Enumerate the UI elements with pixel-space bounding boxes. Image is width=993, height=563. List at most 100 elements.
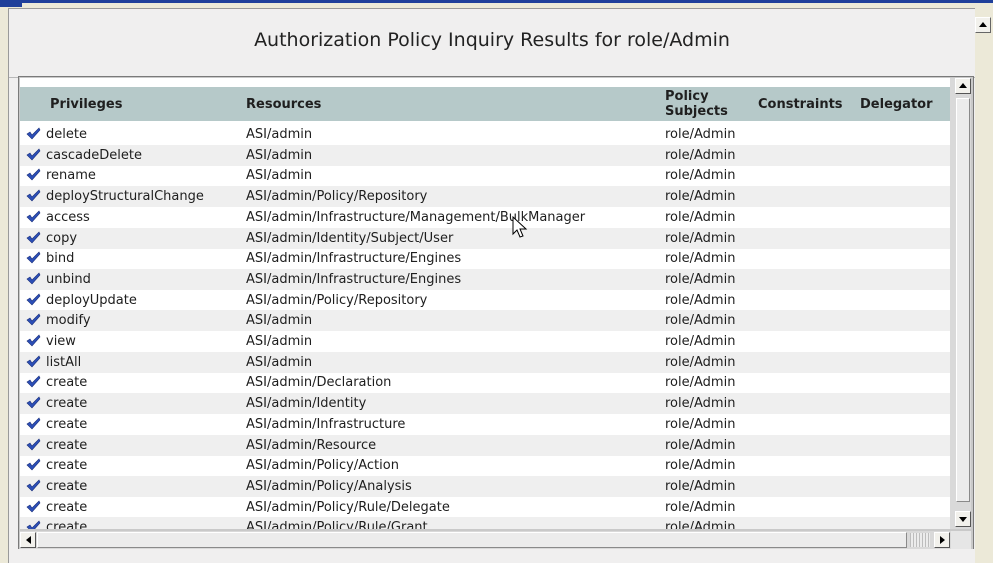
resource-cell: ASI/admin [246, 127, 313, 142]
policy-subject-cell: role/Admin [665, 375, 736, 391]
checkmark-icon [26, 500, 41, 513]
privilege-cell: deployStructuralChange [46, 189, 204, 205]
resource-cell: ASI/admin [246, 168, 313, 184]
privilege-cell: unbind [46, 271, 91, 287]
resource-cell: ASI/admin/Identity [246, 396, 367, 412]
table-row[interactable]: create ASI/admin/Infrastructure role/Admin [20, 414, 950, 435]
table-row[interactable]: copy ASI/admin/Identity/Subject/User role/… [20, 227, 950, 249]
privilege-cell: cascadeDelete [46, 147, 142, 163]
privilege-cell: create [46, 396, 88, 412]
arrow-left-icon [26, 536, 31, 544]
policy-subject-cell: role/Admin [665, 458, 736, 474]
policy-subject-cell: role/Admin [665, 147, 736, 163]
resource-cell: ASI/admin/Policy/Rule/Grant [246, 520, 428, 529]
table-row[interactable]: create ASI/admin/Resource role/Admin [20, 434, 950, 456]
checkmark-icon [26, 272, 41, 285]
policy-subject-cell: role/Admin [665, 251, 736, 267]
privilege-cell: create [46, 478, 88, 494]
policy-subject-cell: role/Admin [665, 478, 736, 494]
privilege-cell: deployUpdate [46, 292, 137, 308]
policy-subject-cell: role/Admin [665, 396, 736, 412]
checkmark-icon [26, 375, 41, 388]
resource-cell: ASI/admin/Policy/Repository [246, 292, 428, 308]
table-row[interactable]: unbind ASI/admin/Infrastructure/Engines ro… [20, 268, 950, 290]
arrow-up-icon [979, 22, 987, 27]
policy-subject-cell: role/Admin [665, 168, 736, 184]
column-header-policy-subjects-line1[interactable]: Policy [665, 89, 709, 104]
privilege-cell: modify [46, 313, 91, 329]
checkmark-icon [26, 293, 41, 306]
page-scroll-up-button[interactable] [975, 17, 991, 33]
resource-cell: ASI/admin/Infrastructure/Engines [246, 271, 462, 287]
table-row[interactable]: bind ASI/admin/Infrastructure/Engines role… [20, 248, 950, 269]
privilege-cell: listAll [46, 354, 82, 370]
checkmark-icon [26, 148, 41, 161]
column-header-constraints[interactable]: Constraints [758, 97, 843, 112]
privilege-cell: rename [46, 168, 96, 184]
policy-subject-cell: role/Admin [665, 499, 736, 515]
arrow-down-icon [959, 517, 967, 522]
privilege-cell: create [46, 458, 88, 474]
column-header-resources[interactable]: Resources [246, 97, 321, 112]
privilege-cell: create [46, 499, 88, 515]
table-row[interactable]: deployUpdate ASI/admin/Policy/Repository r… [20, 290, 950, 311]
table-row[interactable]: access ASI/admin/Infrastructure/Managemen… [20, 207, 950, 228]
privilege-cell: copy [46, 230, 78, 246]
resource-cell: ASI/admin/Identity/Subject/User [246, 230, 454, 246]
results-table: Privileges Resources Policy Subjects Con… [20, 78, 950, 529]
table-vertical-scroll-thumb[interactable] [956, 98, 970, 502]
table-row[interactable]: rename ASI/admin role/Admin [20, 165, 950, 186]
resource-cell: ASI/admin/Infrastructure [246, 416, 406, 432]
table-header: Privileges Resources Policy Subjects Con… [20, 87, 950, 121]
checkmark-icon [26, 313, 41, 326]
policy-subject-cell: role/Admin [665, 230, 736, 246]
resource-cell: ASI/admin/Resource [246, 437, 377, 453]
table-scroll-up-button[interactable] [955, 78, 971, 94]
policy-subject-cell: role/Admin [665, 209, 736, 225]
table-horizontal-scroll-thumb[interactable] [37, 532, 907, 548]
privilege-cell: bind [46, 251, 75, 267]
policy-subject-cell: role/Admin [665, 313, 736, 329]
checkmark-icon [26, 189, 41, 202]
table-scroll-right-button[interactable] [934, 532, 950, 548]
checkmark-icon [26, 230, 41, 243]
checkmark-icon [26, 396, 41, 409]
table-row[interactable]: create ASI/admin/Policy/Rule/Grant role/Ad… [20, 517, 950, 529]
table-row[interactable]: delete ASI/admin role/Admin [20, 124, 950, 145]
column-header-policy-subjects-line2[interactable]: Subjects [665, 104, 728, 119]
policy-subject-cell: role/Admin [665, 334, 736, 349]
table-row[interactable]: listAll ASI/admin role/Admin [20, 351, 950, 373]
table-row[interactable]: create ASI/admin/Declaration role/Admin [20, 372, 950, 393]
table-row[interactable]: create ASI/admin/Policy/Action role/Admin [20, 455, 950, 476]
resource-cell: ASI/admin/Policy/Repository [246, 189, 428, 205]
arrow-up-icon [959, 83, 967, 88]
privilege-cell: access [46, 209, 90, 225]
page-scrollbar[interactable] [975, 8, 993, 562]
table-row[interactable]: create ASI/admin/Identity role/Admin [20, 393, 950, 415]
table-row[interactable]: view ASI/admin role/Admin [20, 331, 950, 352]
checkmark-icon [26, 355, 41, 368]
policy-subject-cell: role/Admin [665, 437, 736, 453]
privilege-cell: create [46, 375, 88, 391]
checkmark-icon [26, 251, 41, 264]
policy-subject-cell: role/Admin [665, 271, 736, 287]
table-row[interactable]: create ASI/admin/Policy/Rule/Delegate role… [20, 497, 950, 518]
resource-cell: ASI/admin [246, 334, 313, 349]
table-row[interactable]: cascadeDelete ASI/admin role/Admin [20, 144, 950, 166]
table-row[interactable]: create ASI/admin/Policy/Analysis role/Admi… [20, 475, 950, 497]
privilege-cell: create [46, 416, 88, 432]
resource-cell: ASI/admin/Declaration [246, 375, 392, 391]
table-row[interactable]: deployStructuralChange ASI/admin/Policy/R… [20, 186, 950, 208]
resource-cell: ASI/admin [246, 354, 313, 370]
table-scroll-left-button[interactable] [20, 532, 36, 548]
column-header-delegator[interactable]: Delegator [860, 97, 933, 112]
resource-cell: ASI/admin [246, 147, 313, 163]
arrow-right-icon [940, 536, 945, 544]
policy-subject-cell: role/Admin [665, 416, 736, 432]
checkmark-icon [26, 210, 41, 223]
scrollbar-corner [951, 531, 971, 549]
table-row[interactable]: modify ASI/admin role/Admin [20, 310, 950, 332]
table-scroll-down-button[interactable] [955, 511, 971, 527]
resource-cell: ASI/admin/Infrastructure/Engines [246, 251, 462, 267]
column-header-privileges[interactable]: Privileges [50, 97, 122, 112]
